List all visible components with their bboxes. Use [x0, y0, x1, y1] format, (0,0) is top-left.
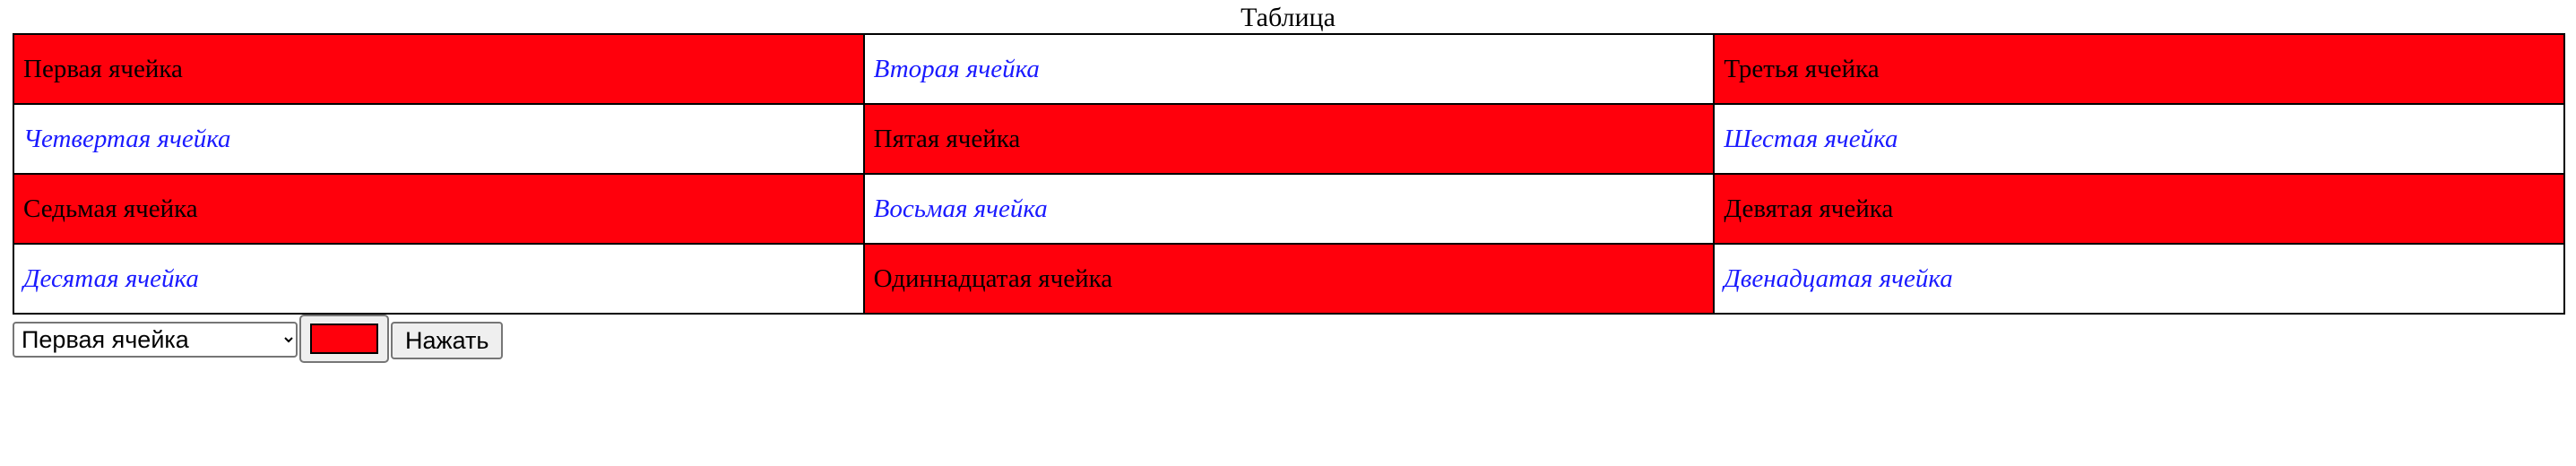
table-cell: Первая ячейка — [13, 33, 865, 105]
color-swatch — [310, 324, 378, 354]
table-row: Первая ячейка Вторая ячейка Третья ячейк… — [13, 33, 2565, 105]
table-cell: Одиннадцатая ячейка — [862, 243, 1716, 315]
cell-select[interactable]: Первая ячейка — [13, 322, 298, 358]
table-cell: Пятая ячейка — [862, 103, 1716, 175]
table-cell: Третья ячейка — [1713, 33, 2565, 105]
press-button[interactable]: Нажать — [391, 322, 504, 359]
table-cell: Восьмая ячейка — [862, 173, 1716, 245]
controls-bar: Первая ячейка Нажать — [13, 315, 504, 365]
table-cell: Шестая ячейка — [1713, 103, 2565, 175]
table-cell: Девятая ячейка — [1713, 173, 2565, 245]
table-row: Четвертая ячейка Пятая ячейка Шестая яче… — [13, 103, 2565, 175]
table-cell: Вторая ячейка — [862, 33, 1716, 105]
color-picker[interactable] — [299, 315, 389, 363]
table-row: Седьмая ячейка Восьмая ячейка Девятая яч… — [13, 173, 2565, 245]
table-cell: Четвертая ячейка — [13, 103, 865, 175]
table-cell: Десятая ячейка — [13, 243, 865, 315]
table-caption: Таблица — [1240, 3, 1336, 32]
cells-table: Первая ячейка Вторая ячейка Третья ячейк… — [13, 33, 2565, 315]
table-cell: Двенадцатая ячейка — [1713, 243, 2565, 315]
table-row: Десятая ячейка Одиннадцатая ячейка Двена… — [13, 243, 2565, 315]
table-cell: Седьмая ячейка — [13, 173, 865, 245]
page: Таблица Первая ячейка Вторая ячейка Трет… — [0, 0, 2576, 466]
